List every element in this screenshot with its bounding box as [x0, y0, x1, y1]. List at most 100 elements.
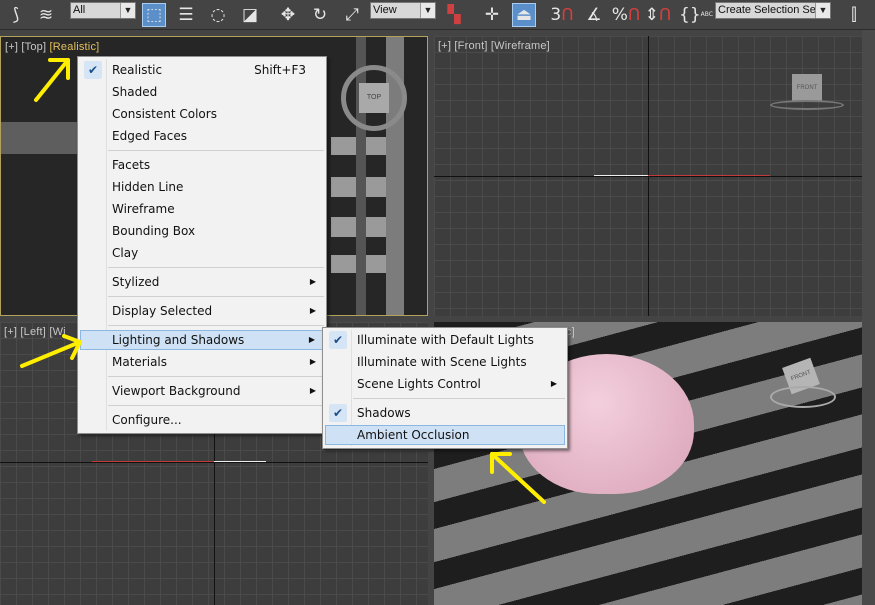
menu-item-label: Lighting and Shadows [112, 333, 245, 347]
bind-space-warp-icon[interactable]: ≋ [34, 3, 58, 27]
edit-named-selection-icon[interactable]: {} ABC [679, 3, 713, 27]
menu-item-display-selected[interactable]: Display Selected ▶ [80, 301, 324, 321]
menu-item-shortcut: Shift+F3 [254, 63, 306, 77]
world-axis-y [648, 36, 649, 316]
menu-item-clay[interactable]: Clay [80, 243, 324, 263]
view-cube-ring [770, 386, 836, 408]
menu-separator [108, 150, 324, 151]
annotation-arrow [34, 58, 70, 102]
menu-separator [353, 398, 565, 399]
menu-item-configure[interactable]: Configure... [80, 410, 324, 430]
checkmark-icon: ✔ [329, 404, 347, 422]
view-cube-face: FRONT [792, 74, 822, 102]
menu-item-label: Shaded [112, 85, 158, 99]
rectangular-selection-icon[interactable]: ◌ [206, 3, 230, 27]
menu-item-label: Scene Lights Control [357, 377, 481, 391]
submenu-arrow-icon: ▶ [550, 379, 557, 388]
menu-item-edged-faces[interactable]: Edged Faces [80, 126, 324, 146]
selection-set-placeholder: Create Selection Se [718, 4, 816, 16]
named-selection-sets-dropdown[interactable]: Create Selection Se ▼ [715, 2, 831, 19]
menu-item-label: Ambient Occlusion [357, 428, 470, 442]
menu-separator [108, 405, 324, 406]
checkmark-icon: ✔ [84, 61, 102, 79]
select-and-scale-icon[interactable]: ⤢ [340, 3, 364, 27]
view-cube-front[interactable]: FRONT [770, 74, 844, 114]
menu-item-ambient-occlusion[interactable]: Ambient Occlusion [325, 425, 565, 445]
menu-item-hidden-line[interactable]: Hidden Line [80, 177, 324, 197]
reference-coordinate-value: View [373, 4, 397, 16]
viewport-shading-label[interactable]: [Wireframe] [491, 40, 550, 52]
selection-filter-dropdown[interactable]: All ▼ [70, 2, 136, 19]
menu-item-bounding-box[interactable]: Bounding Box [80, 221, 324, 241]
menu-item-label: Clay [112, 246, 139, 260]
menu-item-viewport-background[interactable]: Viewport Background ▶ [80, 381, 324, 401]
window-crossing-icon[interactable]: ◪ [238, 3, 262, 27]
viewport-menu-plus[interactable]: [+] [438, 40, 451, 52]
submenu-arrow-icon: ▶ [309, 386, 316, 395]
menu-separator [108, 267, 324, 268]
menu-item-label: Consistent Colors [112, 107, 217, 121]
keyboard-shortcut-override-icon[interactable]: ⏏ [512, 3, 536, 27]
menu-item-materials[interactable]: Materials ▶ [80, 352, 324, 372]
viewport-point-of-view[interactable]: [Front] [454, 40, 487, 52]
view-cube-perspective[interactable]: FRONT [770, 357, 840, 412]
menu-item-wireframe[interactable]: Wireframe [80, 199, 324, 219]
submenu-arrow-icon: ▶ [309, 277, 316, 286]
lighting-and-shadows-submenu: ✔ Illuminate with Default Lights Illumin… [322, 327, 568, 449]
view-cube-face: TOP [359, 83, 389, 113]
percent-label: % [611, 4, 628, 25]
view-cube-top[interactable]: TOP [341, 65, 407, 131]
spinner-snap-icon[interactable]: ⇕ ᑎ [645, 3, 672, 27]
chevron-down-icon: ▼ [120, 3, 135, 18]
object-edge [92, 461, 214, 462]
submenu-arrow-icon: ▶ [309, 306, 316, 315]
menu-item-scene-lights-control[interactable]: Scene Lights Control ▶ [325, 374, 565, 394]
menu-item-label: Stylized [112, 275, 160, 289]
menu-item-label: Materials [112, 355, 168, 369]
select-and-move-icon[interactable]: ✥ [276, 3, 300, 27]
menu-item-lighting-and-shadows[interactable]: Lighting and Shadows ▶ [80, 330, 324, 350]
submenu-arrow-icon: ▶ [309, 357, 316, 366]
menu-separator [108, 376, 324, 377]
view-cube-ring [770, 100, 844, 110]
viewport-front[interactable]: FRONT [+] [Front] [Wireframe] [434, 36, 862, 316]
select-object-icon[interactable]: ⬚ [142, 3, 166, 27]
snaps-toggle-icon[interactable]: 3ᑎ [550, 3, 574, 27]
menu-item-stylized[interactable]: Stylized ▶ [80, 272, 324, 292]
unlink-icon[interactable]: ⟆ [4, 3, 28, 27]
menu-item-shadows[interactable]: ✔ Shadows [325, 403, 565, 423]
mirror-icon[interactable]: ⫿ [842, 3, 866, 27]
snaps-label: 3 [550, 4, 562, 25]
menu-item-label: Hidden Line [112, 180, 184, 194]
menu-item-label: Bounding Box [112, 224, 196, 238]
axis-highlight [214, 461, 266, 462]
menu-item-label: Edged Faces [112, 129, 188, 143]
checkmark-icon: ✔ [329, 331, 347, 349]
menu-item-label: Illuminate with Scene Lights [357, 355, 527, 369]
annotation-arrow [20, 334, 82, 368]
viewport-menu-plus[interactable]: [+] [5, 41, 18, 53]
menu-item-consistent-colors[interactable]: Consistent Colors [80, 104, 324, 124]
reference-coordinate-dropdown[interactable]: View ▼ [370, 2, 436, 19]
viewport-menu-plus[interactable]: [+] [4, 326, 17, 338]
menu-item-realistic[interactable]: ✔ Realistic Shift+F3 [80, 60, 324, 80]
use-pivot-center-icon[interactable]: ▚ [442, 3, 466, 27]
annotation-arrow [490, 452, 546, 504]
menu-separator [108, 325, 324, 326]
viewport-front-label[interactable]: [+] [Front] [Wireframe] [438, 40, 550, 52]
menu-item-label: Display Selected [112, 304, 213, 318]
angle-snap-icon[interactable]: ∡ [582, 3, 606, 27]
menu-item-facets[interactable]: Facets [80, 155, 324, 175]
menu-item-label: Illuminate with Default Lights [357, 333, 534, 347]
menu-item-illuminate-scene-lights[interactable]: Illuminate with Scene Lights [325, 352, 565, 372]
menu-item-shaded[interactable]: Shaded [80, 82, 324, 102]
select-and-manipulate-icon[interactable]: ✛ [480, 3, 504, 27]
chevron-down-icon: ▼ [815, 3, 830, 18]
submenu-arrow-icon: ▶ [308, 335, 315, 344]
axis-highlight [594, 175, 648, 176]
select-by-name-icon[interactable]: ☰ [174, 3, 198, 27]
percent-snap-icon[interactable]: % ᑎ [611, 3, 641, 27]
menu-item-label: Realistic [112, 63, 163, 77]
select-and-rotate-icon[interactable]: ↻ [308, 3, 332, 27]
menu-item-illuminate-default-lights[interactable]: ✔ Illuminate with Default Lights [325, 330, 565, 350]
